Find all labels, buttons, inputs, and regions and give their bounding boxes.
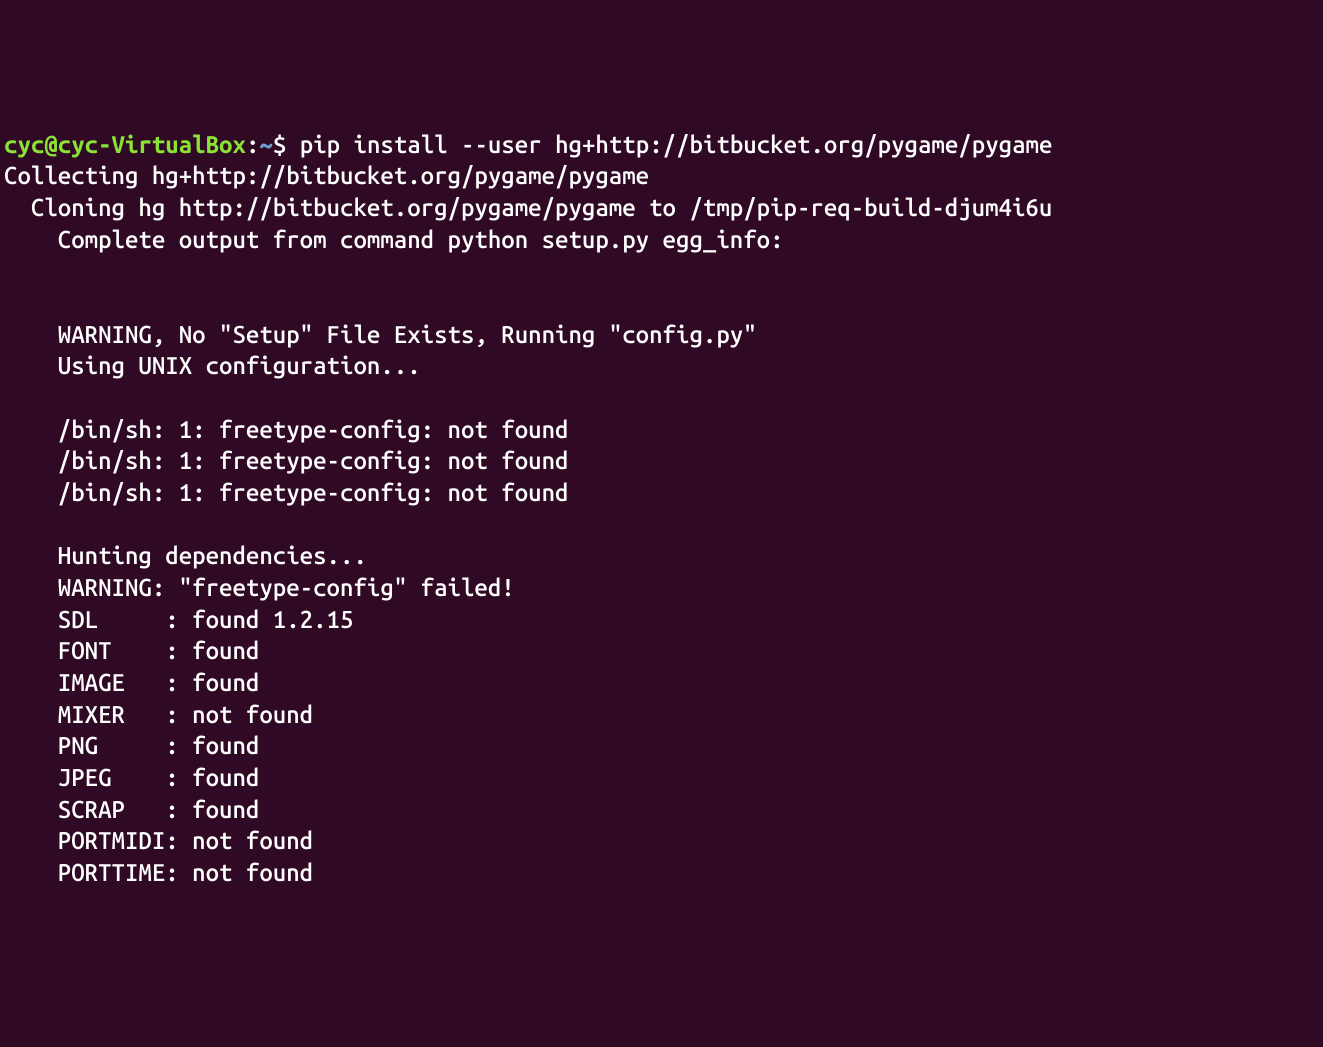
output-line: Hunting dependencies... — [4, 542, 367, 569]
output-line: FONT : found — [4, 637, 259, 664]
output-line: SCRAP : found — [4, 796, 259, 823]
output-line — [4, 289, 58, 316]
output-line: Using UNIX configuration... — [4, 352, 421, 379]
output-line: /bin/sh: 1: freetype-config: not found — [4, 447, 568, 474]
prompt-path: ~ — [259, 131, 272, 158]
prompt-colon: : — [246, 131, 259, 158]
output-line: JPEG : found — [4, 764, 259, 791]
output-line — [4, 384, 58, 411]
output-line: PORTMIDI: not found — [4, 827, 313, 854]
prompt-dollar: $ — [273, 131, 300, 158]
output-line: Complete output from command python setu… — [4, 226, 784, 253]
output-line: /bin/sh: 1: freetype-config: not found — [4, 479, 568, 506]
prompt-user: cyc — [4, 131, 44, 158]
output-line: PORTTIME: not found — [4, 859, 313, 886]
command-text: pip install --user hg+http://bitbucket.o… — [300, 131, 1053, 158]
output-line: Cloning hg http://bitbucket.org/pygame/p… — [4, 194, 1052, 221]
prompt-at: @ — [44, 131, 57, 158]
output-line: MIXER : not found — [4, 701, 313, 728]
output-line: SDL : found 1.2.15 — [4, 606, 353, 633]
output-line: WARNING, No "Setup" File Exists, Running… — [4, 321, 757, 348]
output-line: IMAGE : found — [4, 669, 259, 696]
prompt-line: cyc@cyc-VirtualBox:~$ pip install --user… — [4, 131, 1052, 158]
output-line: Collecting hg+http://bitbucket.org/pygam… — [4, 162, 649, 189]
output-line — [4, 257, 58, 284]
prompt-host: cyc-VirtualBox — [58, 131, 246, 158]
output-line — [4, 511, 58, 538]
output-line: /bin/sh: 1: freetype-config: not found — [4, 416, 568, 443]
terminal-output[interactable]: cyc@cyc-VirtualBox:~$ pip install --user… — [4, 129, 1319, 889]
output-line: WARNING: "freetype-config" failed! — [4, 574, 515, 601]
output-line: PNG : found — [4, 732, 259, 759]
